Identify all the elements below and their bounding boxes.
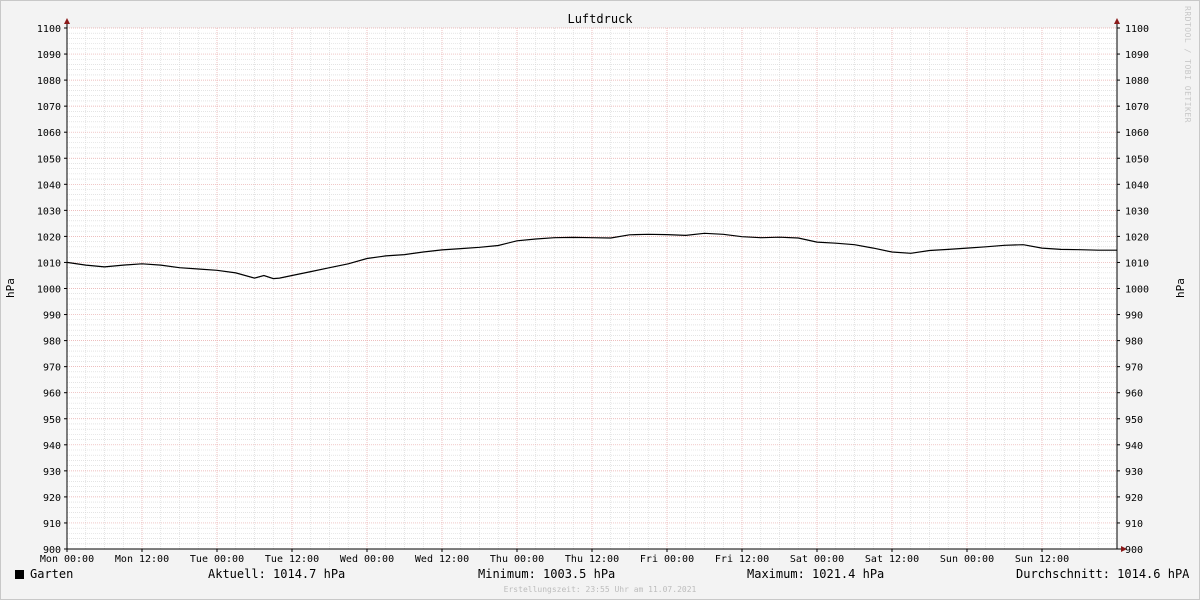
legend-series-name: Garten — [30, 567, 74, 581]
watermark: RRDTOOL / TOBI OETIKER — [1183, 6, 1192, 123]
x-tick-label: Fri 12:00 — [715, 554, 769, 565]
y-tick-label-right: 910 — [1125, 519, 1143, 530]
y-axis-arrow-right — [1114, 18, 1120, 24]
x-tick-label: Tue 00:00 — [190, 554, 244, 565]
legend-maximum: Maximum: 1021.4 hPa — [747, 567, 885, 581]
y-tick-label-left: 1090 — [37, 50, 61, 61]
x-tick-label: Thu 12:00 — [565, 554, 619, 565]
legend-current: Aktuell: 1014.7 hPa — [208, 567, 346, 581]
y-tick-label-left: 910 — [43, 519, 61, 530]
y-tick-label-right: 1060 — [1125, 128, 1149, 139]
x-tick-label: Wed 12:00 — [415, 554, 469, 565]
y-tick-label-right: 960 — [1125, 389, 1143, 400]
y-tick-label-right: 970 — [1125, 363, 1143, 374]
y-tick-label-left: 1080 — [37, 76, 61, 87]
x-tick-label: Sun 12:00 — [1015, 554, 1069, 565]
y-tick-label-left: 1070 — [37, 102, 61, 113]
y-tick-label-left: 1020 — [37, 232, 61, 243]
creation-time: Erstellungszeit: 23:55 Uhr am 11.07.2021 — [503, 585, 697, 594]
y-tick-label-right: 900 — [1125, 545, 1143, 556]
x-tick-label: Mon 12:00 — [115, 554, 169, 565]
y-tick-label-left: 960 — [43, 389, 61, 400]
y-tick-label-left: 1010 — [37, 258, 61, 269]
legend-swatch — [15, 570, 24, 579]
legend-minimum: Minimum: 1003.5 hPa — [478, 567, 616, 581]
y-tick-label-right: 990 — [1125, 311, 1143, 322]
x-tick-label: Fri 00:00 — [640, 554, 694, 565]
y-tick-label-right: 920 — [1125, 493, 1143, 504]
chart-title: Luftdruck — [567, 12, 633, 26]
y-tick-label-right: 1040 — [1125, 180, 1149, 191]
y-tick-label-left: 950 — [43, 415, 61, 426]
y-tick-label-right: 1000 — [1125, 285, 1149, 296]
y-tick-label-left: 930 — [43, 467, 61, 478]
y-tick-label-right: 1070 — [1125, 102, 1149, 113]
y-tick-label-left: 1060 — [37, 128, 61, 139]
y-tick-label-left: 1030 — [37, 206, 61, 217]
y-axis-label-right: hPa — [1174, 278, 1187, 298]
y-tick-label-left: 1050 — [37, 154, 61, 165]
x-tick-label: Wed 00:00 — [340, 554, 394, 565]
y-tick-label-right: 980 — [1125, 337, 1143, 348]
y-tick-label-right: 1080 — [1125, 76, 1149, 87]
y-tick-label-right: 950 — [1125, 415, 1143, 426]
y-tick-label-right: 1090 — [1125, 50, 1149, 61]
y-tick-label-right: 1050 — [1125, 154, 1149, 165]
y-tick-label-right: 1030 — [1125, 206, 1149, 217]
grid — [66, 27, 1117, 550]
x-tick-label: Sat 00:00 — [790, 554, 844, 565]
y-tick-label-left: 920 — [43, 493, 61, 504]
y-tick-label-left: 980 — [43, 337, 61, 348]
x-tick-label: Sun 00:00 — [940, 554, 994, 565]
y-tick-label-left: 1000 — [37, 285, 61, 296]
y-tick-label-right: 930 — [1125, 467, 1143, 478]
y-axis-label-left: hPa — [4, 278, 17, 298]
y-tick-label-left: 1100 — [37, 24, 61, 35]
y-tick-label-left: 940 — [43, 441, 61, 452]
legend-series: Garten — [15, 567, 73, 581]
legend-average: Durchschnitt: 1014.6 hPA — [1016, 567, 1190, 581]
x-tick-label: Thu 00:00 — [490, 554, 544, 565]
y-tick-label-left: 1040 — [37, 180, 61, 191]
y-tick-label-right: 1010 — [1125, 258, 1149, 269]
x-tick-label: Mon 00:00 — [40, 554, 94, 565]
y-tick-label-right: 1020 — [1125, 232, 1149, 243]
pressure-chart: 900 900910 910920 920930 930940 940950 950960 9… — [4, 12, 1187, 565]
y-tick-label-left: 990 — [43, 311, 61, 322]
y-tick-label-left: 970 — [43, 363, 61, 374]
y-tick-label-right: 940 — [1125, 441, 1143, 452]
x-tick-label: Sat 12:00 — [865, 554, 919, 565]
y-tick-label-right: 1100 — [1125, 24, 1149, 35]
y-axis-arrow-left — [64, 18, 70, 24]
x-tick-label: Tue 12:00 — [265, 554, 319, 565]
